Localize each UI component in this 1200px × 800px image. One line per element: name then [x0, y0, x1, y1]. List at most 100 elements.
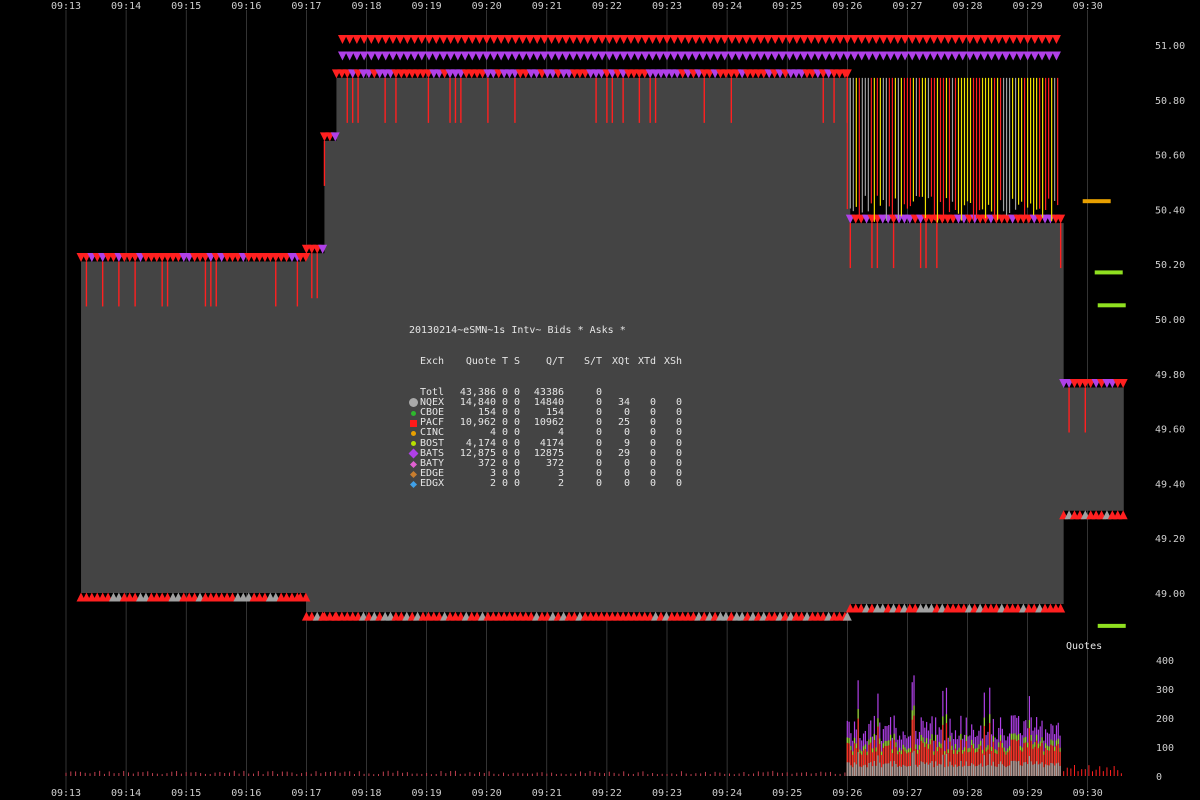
ask-ladder-marker: [734, 51, 744, 61]
ask-ladder-marker: [684, 35, 694, 45]
ask-ladder-marker: [828, 51, 838, 61]
x-tick-label-top: 09:13: [51, 1, 81, 12]
ask-ladder-marker: [705, 35, 715, 45]
ask-ladder-marker: [676, 51, 686, 61]
ask-ladder-marker: [958, 51, 968, 61]
volume-tick-label: 100: [1156, 743, 1174, 754]
ask-ladder-marker: [835, 51, 845, 61]
x-tick-label-bottom: 09:24: [712, 788, 742, 799]
ask-ladder-marker: [893, 51, 903, 61]
x-tick-label-bottom: 09:27: [892, 788, 922, 799]
volume-bars: [65, 675, 1122, 776]
ask-ladder-marker: [633, 51, 643, 61]
ask-ladder-marker: [763, 35, 773, 45]
ask-ladder-marker: [503, 51, 513, 61]
ask-ladder-marker: [1044, 35, 1054, 45]
legend-header-xsh: XSh: [663, 356, 682, 367]
ask-ladder-marker: [871, 51, 881, 61]
ask-ladder-marker: [705, 51, 715, 61]
x-tick-label-top: 09:29: [1013, 1, 1043, 12]
ask-ladder-marker: [532, 51, 542, 61]
x-tick-label-top: 09:21: [532, 1, 562, 12]
ask-ladder-marker: [922, 35, 932, 45]
ask-ladder-marker: [381, 35, 391, 45]
ask-ladder-marker: [345, 35, 355, 45]
ask-ladder-marker: [417, 51, 427, 61]
legend-marker-diamond-s: [409, 470, 420, 479]
ask-ladder-marker: [987, 35, 997, 45]
x-tick-label-bottom: 09:28: [952, 788, 982, 799]
ask-ladder-marker: [1008, 35, 1018, 45]
legend-marker-circle: [409, 398, 420, 408]
ask-ladder-marker: [612, 35, 622, 45]
ask-ladder-marker: [489, 35, 499, 45]
ask-ladder-marker: [662, 35, 672, 45]
ask-ladder-marker: [525, 35, 535, 45]
ask-ladder-marker: [741, 35, 751, 45]
ask-ladder-marker: [583, 35, 593, 45]
ask-ladder-marker: [662, 51, 672, 61]
x-tick-label-bottom: 09:25: [772, 788, 802, 799]
x-tick-label-bottom: 09:19: [412, 788, 442, 799]
ask-ladder-marker: [1015, 35, 1025, 45]
ask-ladder-marker: [474, 51, 484, 61]
ask-ladder-marker: [532, 35, 542, 45]
ask-ladder-marker: [756, 51, 766, 61]
ask-ladder-marker: [676, 35, 686, 45]
y-tick-label: 50.80: [1155, 96, 1185, 107]
x-tick-labels-bottom: 09:13 09:14 09:15 09:16 09:17 09:18 09:19 09:20…: [51, 788, 1103, 799]
ask-ladder-marker: [842, 35, 852, 45]
bid-marker: [1118, 510, 1128, 520]
ask-ladder-marker: [496, 35, 506, 45]
ask-ladder-marker: [511, 35, 521, 45]
ask-ladder-marker: [864, 35, 874, 45]
legend-rows: Totl 43,386 0 0 43386 0 NQEX 14,840 0 0 14840 0 34 0 0…: [408, 387, 682, 490]
ask-ladder-marker: [395, 35, 405, 45]
ask-ladder-marker: [640, 51, 650, 61]
ask-ladder-marker: [424, 35, 434, 45]
ask-ladder-marker: [922, 51, 932, 61]
ask-ladder-marker: [749, 35, 759, 45]
ask-ladder-marker: [785, 35, 795, 45]
ask-ladder-marker: [575, 35, 585, 45]
legend-cell-st: 0: [595, 478, 602, 490]
legend-row-pacf: PACF 10,962 0 0 10962 0 25 0 0: [409, 417, 682, 428]
x-tick-label-bottom: 09:23: [652, 788, 682, 799]
volume-tick-label: 0: [1156, 772, 1162, 783]
ask-ladder-marker: [806, 35, 816, 45]
ask-ladder-marker: [395, 51, 405, 61]
ask-ladder-marker: [972, 35, 982, 45]
ask-ladder-marker: [720, 35, 730, 45]
ask-ladder-marker: [691, 51, 701, 61]
ask-ladder-marker: [583, 51, 593, 61]
ask-ladder-marker: [374, 51, 384, 61]
ask-ladder-marker: [929, 51, 939, 61]
ask-ladder-marker: [727, 35, 737, 45]
ask-ladder-marker: [604, 51, 614, 61]
ask-ladder-marker: [857, 35, 867, 45]
ask-ladder-marker: [727, 51, 737, 61]
ask-ladder-marker: [669, 51, 679, 61]
ask-ladder-marker: [777, 35, 787, 45]
x-tick-label-top: 09:18: [351, 1, 381, 12]
legend-marker-square: [409, 419, 420, 428]
y-tick-label: 49.80: [1155, 370, 1185, 381]
ask-ladder-marker: [489, 51, 499, 61]
ask-ladder-marker: [438, 35, 448, 45]
ask-ladder-marker: [857, 51, 867, 61]
ask-ladder-marker: [1001, 35, 1011, 45]
ask-ladder-marker: [604, 35, 614, 45]
ask-ladder-marker: [1037, 35, 1047, 45]
ask-ladder-marker: [907, 35, 917, 45]
volume-tick-label: 200: [1156, 714, 1174, 725]
legend-row-baty: BATY 372 0 0 372 0 0 0 0: [409, 458, 682, 469]
legend-header-xqt: XQt: [611, 356, 630, 367]
legend-cell-t: 0: [501, 478, 508, 490]
ask-ladder-marker: [561, 35, 571, 45]
x-tick-label-top: 09:20: [472, 1, 502, 12]
ask-ladder-marker: [936, 35, 946, 45]
ask-ladder-marker: [597, 51, 607, 61]
ask-ladder-marker: [554, 35, 564, 45]
ask-ladder-marker: [763, 51, 773, 61]
ask-ladder-marker: [907, 51, 917, 61]
